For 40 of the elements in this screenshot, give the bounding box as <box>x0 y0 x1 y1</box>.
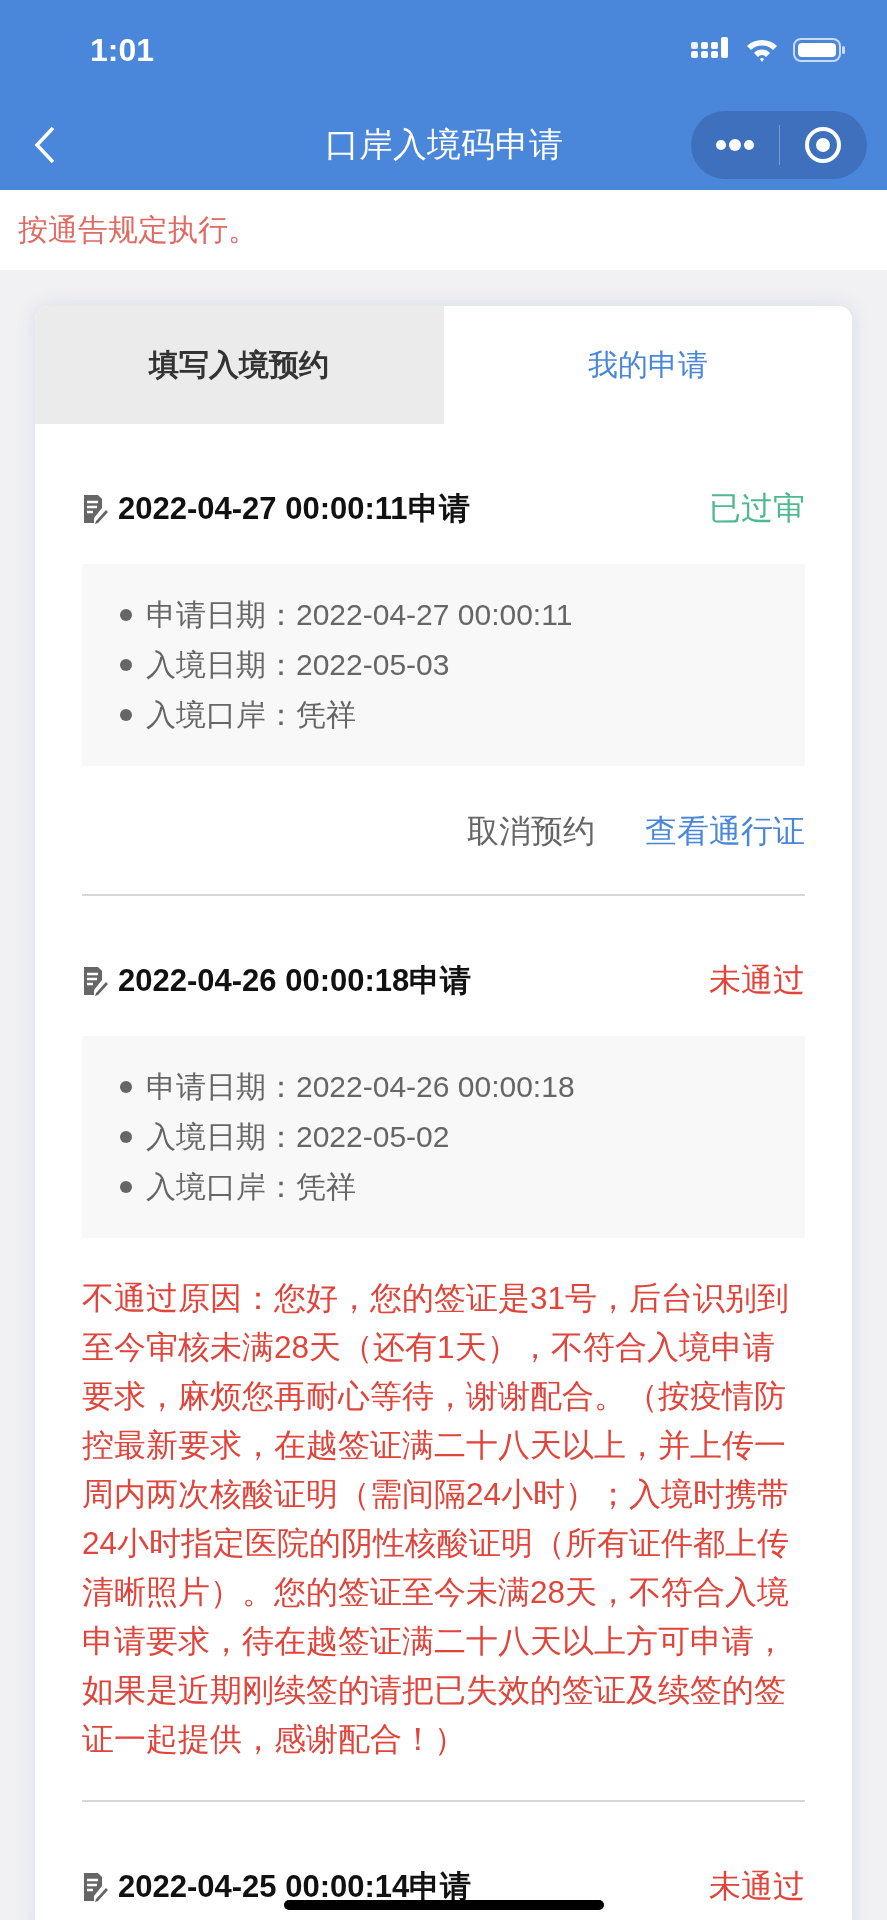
rejection-reason: 不通过原因：您好，您的签证是31号，后台识别到至今审核未满28天（还有1天），不符合入境申请要求，麻烦您再耐心等待，谢谢配合。（按疫情防控最新要求，在越签证满二十八天以上，并上传一周内两次核酸证明（需间隔24小时）；入境时携带24小时指定医院的阴性核酸证明（所有证件都上传清晰照片）。您的签证至今未满28天，不符合入境申请要求，待在越签证满二十八天以上方可申请，如果是近期刚续签的请把已失效的签证及续签的签证一起提供，感谢配合！） <box>82 1279 791 1759</box>
target-icon <box>804 126 843 164</box>
tab[interactable]: 填写入境预约 <box>35 306 444 424</box>
application-title: 2022-04-26 00:00:18申请 <box>118 962 472 1000</box>
notice-text: 按通告规定执行。 <box>0 190 887 270</box>
battery-icon <box>793 37 847 63</box>
detail-label: 入境口岸： <box>146 1169 296 1205</box>
status-time: 1:01 <box>90 31 155 69</box>
detail-label: 申请日期： <box>146 1069 296 1105</box>
detail-label: 入境日期： <box>146 1119 296 1155</box>
more-icon <box>714 139 755 151</box>
detail-label: 入境日期： <box>146 647 296 683</box>
bullet-icon <box>120 1181 132 1193</box>
bullet-icon <box>120 1081 132 1093</box>
detail-label: 入境口岸： <box>146 697 296 733</box>
wifi-icon <box>745 37 779 63</box>
detail-label: 申请日期： <box>146 597 296 633</box>
status-label: 未通过 <box>709 961 805 1000</box>
tab[interactable]: 我的申请 <box>443 306 852 424</box>
detail-value: 凭祥 <box>296 1169 356 1205</box>
detail-value: 凭祥 <box>296 697 356 733</box>
bullet-icon <box>120 659 132 671</box>
action-link[interactable]: 查看通行证 <box>645 810 805 854</box>
application-title: 2022-04-25 00:00:14申请 <box>118 1868 472 1906</box>
page-title: 口岸入境码申请 <box>323 124 564 165</box>
status-label: 未通过 <box>709 1867 805 1906</box>
detail-value: 2022-05-03 <box>296 647 450 683</box>
bullet-icon <box>120 1131 132 1143</box>
status-label: 已过审 <box>709 489 805 528</box>
bullet-icon <box>120 709 132 721</box>
edit-document-icon <box>82 494 108 524</box>
detail-value: 2022-04-26 00:00:18 <box>296 1069 575 1105</box>
application-title: 2022-04-27 00:00:11申请 <box>118 490 470 528</box>
action-link[interactable]: 取消预约 <box>467 810 595 854</box>
detail-value: 2022-04-27 00:00:11 <box>296 597 573 633</box>
edit-document-icon <box>82 1872 108 1902</box>
bullet-icon <box>120 609 132 621</box>
edit-document-icon <box>82 966 108 996</box>
detail-value: 2022-05-02 <box>296 1119 450 1155</box>
back-icon <box>34 126 56 164</box>
